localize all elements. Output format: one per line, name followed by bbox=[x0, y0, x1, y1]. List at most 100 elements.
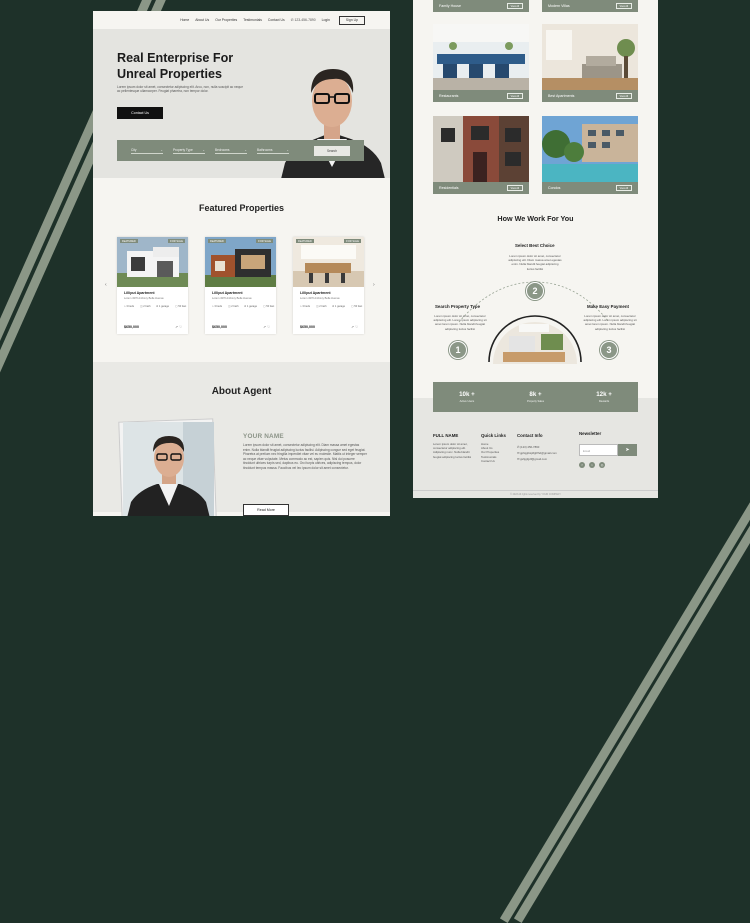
heart-icon[interactable]: ♡ bbox=[355, 325, 358, 329]
garage-value: 1 garage bbox=[158, 304, 170, 308]
stat-label: Property Sales bbox=[526, 400, 544, 403]
view-all-button[interactable]: View All bbox=[615, 3, 632, 9]
mail-icon: ✉ bbox=[517, 457, 520, 461]
stat-label: Rewards bbox=[598, 400, 610, 403]
contact-email-2-text: gshjgfgdf@gmail.com bbox=[520, 457, 548, 461]
chevron-down-icon: ⌄ bbox=[244, 147, 247, 152]
landing-page-left: Home About Us Our Properties Testimonial… bbox=[93, 11, 390, 516]
category-bar: Modern Villas View All bbox=[542, 0, 638, 12]
quick-links-title: Quick Links bbox=[481, 433, 506, 438]
featured-tag: FEATURED bbox=[208, 239, 226, 243]
beds-info: ⌂ 3 beds bbox=[124, 305, 134, 308]
contact-info-title: Contact Info bbox=[517, 433, 543, 438]
heart-icon[interactable]: ♡ bbox=[267, 325, 270, 329]
property-image: FEATURED FOR SALE bbox=[293, 237, 364, 287]
property-type-select[interactable]: Property Type ⌄ bbox=[173, 148, 205, 154]
view-all-button[interactable]: View All bbox=[615, 93, 632, 99]
top-nav: Home About Us Our Properties Testimonial… bbox=[93, 11, 390, 29]
search-button[interactable]: Search bbox=[314, 145, 350, 156]
view-all-button[interactable]: View All bbox=[506, 93, 523, 99]
contact-phone-text: (123) 456-7890 bbox=[520, 445, 540, 449]
chevron-down-icon: ⌄ bbox=[286, 147, 289, 152]
beds-value: 3 beds bbox=[214, 304, 223, 308]
category-tile-family-house[interactable]: Family House View All bbox=[433, 0, 529, 12]
newsletter-title: Newsletter bbox=[579, 431, 602, 436]
nav-phone-number: 123-456-7890 bbox=[294, 18, 316, 22]
sale-tag: FOR SALE bbox=[168, 239, 185, 243]
area-info: ▢ 50 feet bbox=[175, 305, 186, 308]
area-info: ▢ 50 feet bbox=[263, 305, 274, 308]
newsletter-email-input[interactable]: Email bbox=[579, 444, 618, 456]
prev-arrow-icon[interactable]: ‹ bbox=[105, 282, 107, 288]
contact-us-button[interactable]: Contact Us bbox=[117, 107, 163, 119]
footer-link-contact[interactable]: Contact Us bbox=[481, 459, 499, 463]
baths-value: 2 bath bbox=[319, 304, 327, 308]
footer-link-properties[interactable]: Our Properties bbox=[481, 450, 499, 454]
area-value: 50 feet bbox=[266, 304, 275, 308]
nav-testimonials[interactable]: Testimonials bbox=[243, 18, 262, 22]
nav-contact[interactable]: Contact Us bbox=[268, 18, 285, 22]
property-features: ⌂ 3 beds ◫ 2 bath ◘ 1 garage ▢ 50 feet bbox=[212, 305, 276, 308]
hero-title-line1: Real Enterprise For bbox=[117, 51, 234, 65]
property-search-bar: City ⌄ Property Type ⌄ Bedrooms ⌄ Bathrooms… bbox=[117, 140, 364, 161]
step-3-number: 3 bbox=[600, 341, 618, 359]
garage-value: 1 garage bbox=[334, 304, 346, 308]
heart-icon[interactable]: ♡ bbox=[179, 325, 182, 329]
step-1-desc: Lorem ipsum dolor sit amet, consectetur … bbox=[433, 314, 487, 331]
stat-value: 10k + bbox=[459, 391, 475, 398]
area-value: 50 feet bbox=[354, 304, 363, 308]
nav-home[interactable]: Home bbox=[180, 18, 189, 22]
view-all-button[interactable]: View All bbox=[615, 185, 632, 191]
footer-brand-text: Lorem ipsum dolor sit amet, consectetur … bbox=[433, 442, 472, 459]
property-address: Lorem 4370 Anthony Belle Avenue bbox=[300, 296, 340, 300]
nav-properties[interactable]: Our Properties bbox=[215, 18, 237, 22]
property-features: ⌂ 3 beds ◫ 2 bath ◘ 1 garage ▢ 50 feet bbox=[300, 305, 364, 308]
category-bar: Best Apartments View All bbox=[542, 90, 638, 102]
property-title: Lilliput Apartment bbox=[212, 291, 243, 295]
property-image: FEATURED FOR SALE bbox=[117, 237, 188, 287]
contact-email-1-text: gpfsjghsijdfghfhd@gmail.com bbox=[520, 451, 557, 455]
nav-about[interactable]: About Us bbox=[195, 18, 209, 22]
view-all-button[interactable]: View All bbox=[506, 3, 523, 9]
stat-property-sales: 8k + Property Sales bbox=[527, 391, 544, 403]
nav-login[interactable]: Login bbox=[322, 18, 330, 22]
category-bar: Family House View All bbox=[433, 0, 529, 12]
city-select[interactable]: City ⌄ bbox=[131, 148, 163, 154]
read-more-button[interactable]: Read More bbox=[243, 504, 289, 516]
contact-email-2: ✉ gshjgfgdf@gmail.com bbox=[517, 456, 557, 462]
category-bar: Condos View All bbox=[542, 182, 638, 194]
sale-tag: FOR SALE bbox=[256, 239, 273, 243]
restaurant-image bbox=[433, 24, 529, 90]
category-tile-condos[interactable]: Condos View All bbox=[542, 116, 638, 194]
category-tile-modern-villas[interactable]: Modern Villas View All bbox=[542, 0, 638, 12]
step-2-title: Select Best Choice bbox=[515, 243, 555, 248]
facebook-icon[interactable]: f bbox=[579, 462, 585, 468]
featured-properties: Featured Properties ‹ › FEATURED FOR SAL… bbox=[93, 178, 390, 362]
bedrooms-select[interactable]: Bedrooms ⌄ bbox=[215, 148, 247, 154]
share-icon[interactable]: ⇗ bbox=[263, 325, 266, 329]
category-tile-best-apartments[interactable]: Best Apartments View All bbox=[542, 24, 638, 102]
stat-label: Active Users bbox=[459, 400, 475, 403]
share-icon[interactable]: ⇗ bbox=[351, 325, 354, 329]
contact-info: ✆ (123) 456-7890 ✉ gpfsjghsijdfghfhd@gma… bbox=[517, 444, 557, 462]
property-card[interactable]: FEATURED FOR SALE Lilliput Apartment Lor… bbox=[205, 237, 276, 334]
bathrooms-select[interactable]: Bathrooms ⌄ bbox=[257, 148, 289, 154]
city-label: City bbox=[131, 147, 137, 152]
twitter-icon[interactable]: t bbox=[589, 462, 595, 468]
category-label: Modern Villas bbox=[548, 4, 570, 8]
baths-value: 2 bath bbox=[143, 304, 151, 308]
phone-icon: ✆ bbox=[517, 445, 520, 449]
instagram-icon[interactable]: ◎ bbox=[599, 462, 605, 468]
category-tile-residentials[interactable]: Residentials View All bbox=[433, 116, 529, 194]
nav-phone: ✆ 123-456-7890 bbox=[291, 18, 316, 22]
category-tile-restaurants[interactable]: Restaurants View All bbox=[433, 24, 529, 102]
share-icon[interactable]: ⇗ bbox=[175, 325, 178, 329]
hero-title-line2: Unreal Properties bbox=[117, 66, 222, 81]
property-card[interactable]: FEATURED FOR SALE Lilliput Apartment Lor… bbox=[117, 237, 188, 334]
view-all-button[interactable]: View All bbox=[506, 185, 523, 191]
next-arrow-icon[interactable]: › bbox=[373, 282, 375, 288]
send-icon[interactable]: ➤ bbox=[618, 444, 637, 456]
hero-body: Lorem ipsum dolor sit amet, consectetur … bbox=[117, 85, 243, 94]
signup-button[interactable]: Sign Up bbox=[338, 15, 365, 25]
property-card[interactable]: FEATURED FOR SALE Lilliput Apartment Lor… bbox=[293, 237, 364, 334]
